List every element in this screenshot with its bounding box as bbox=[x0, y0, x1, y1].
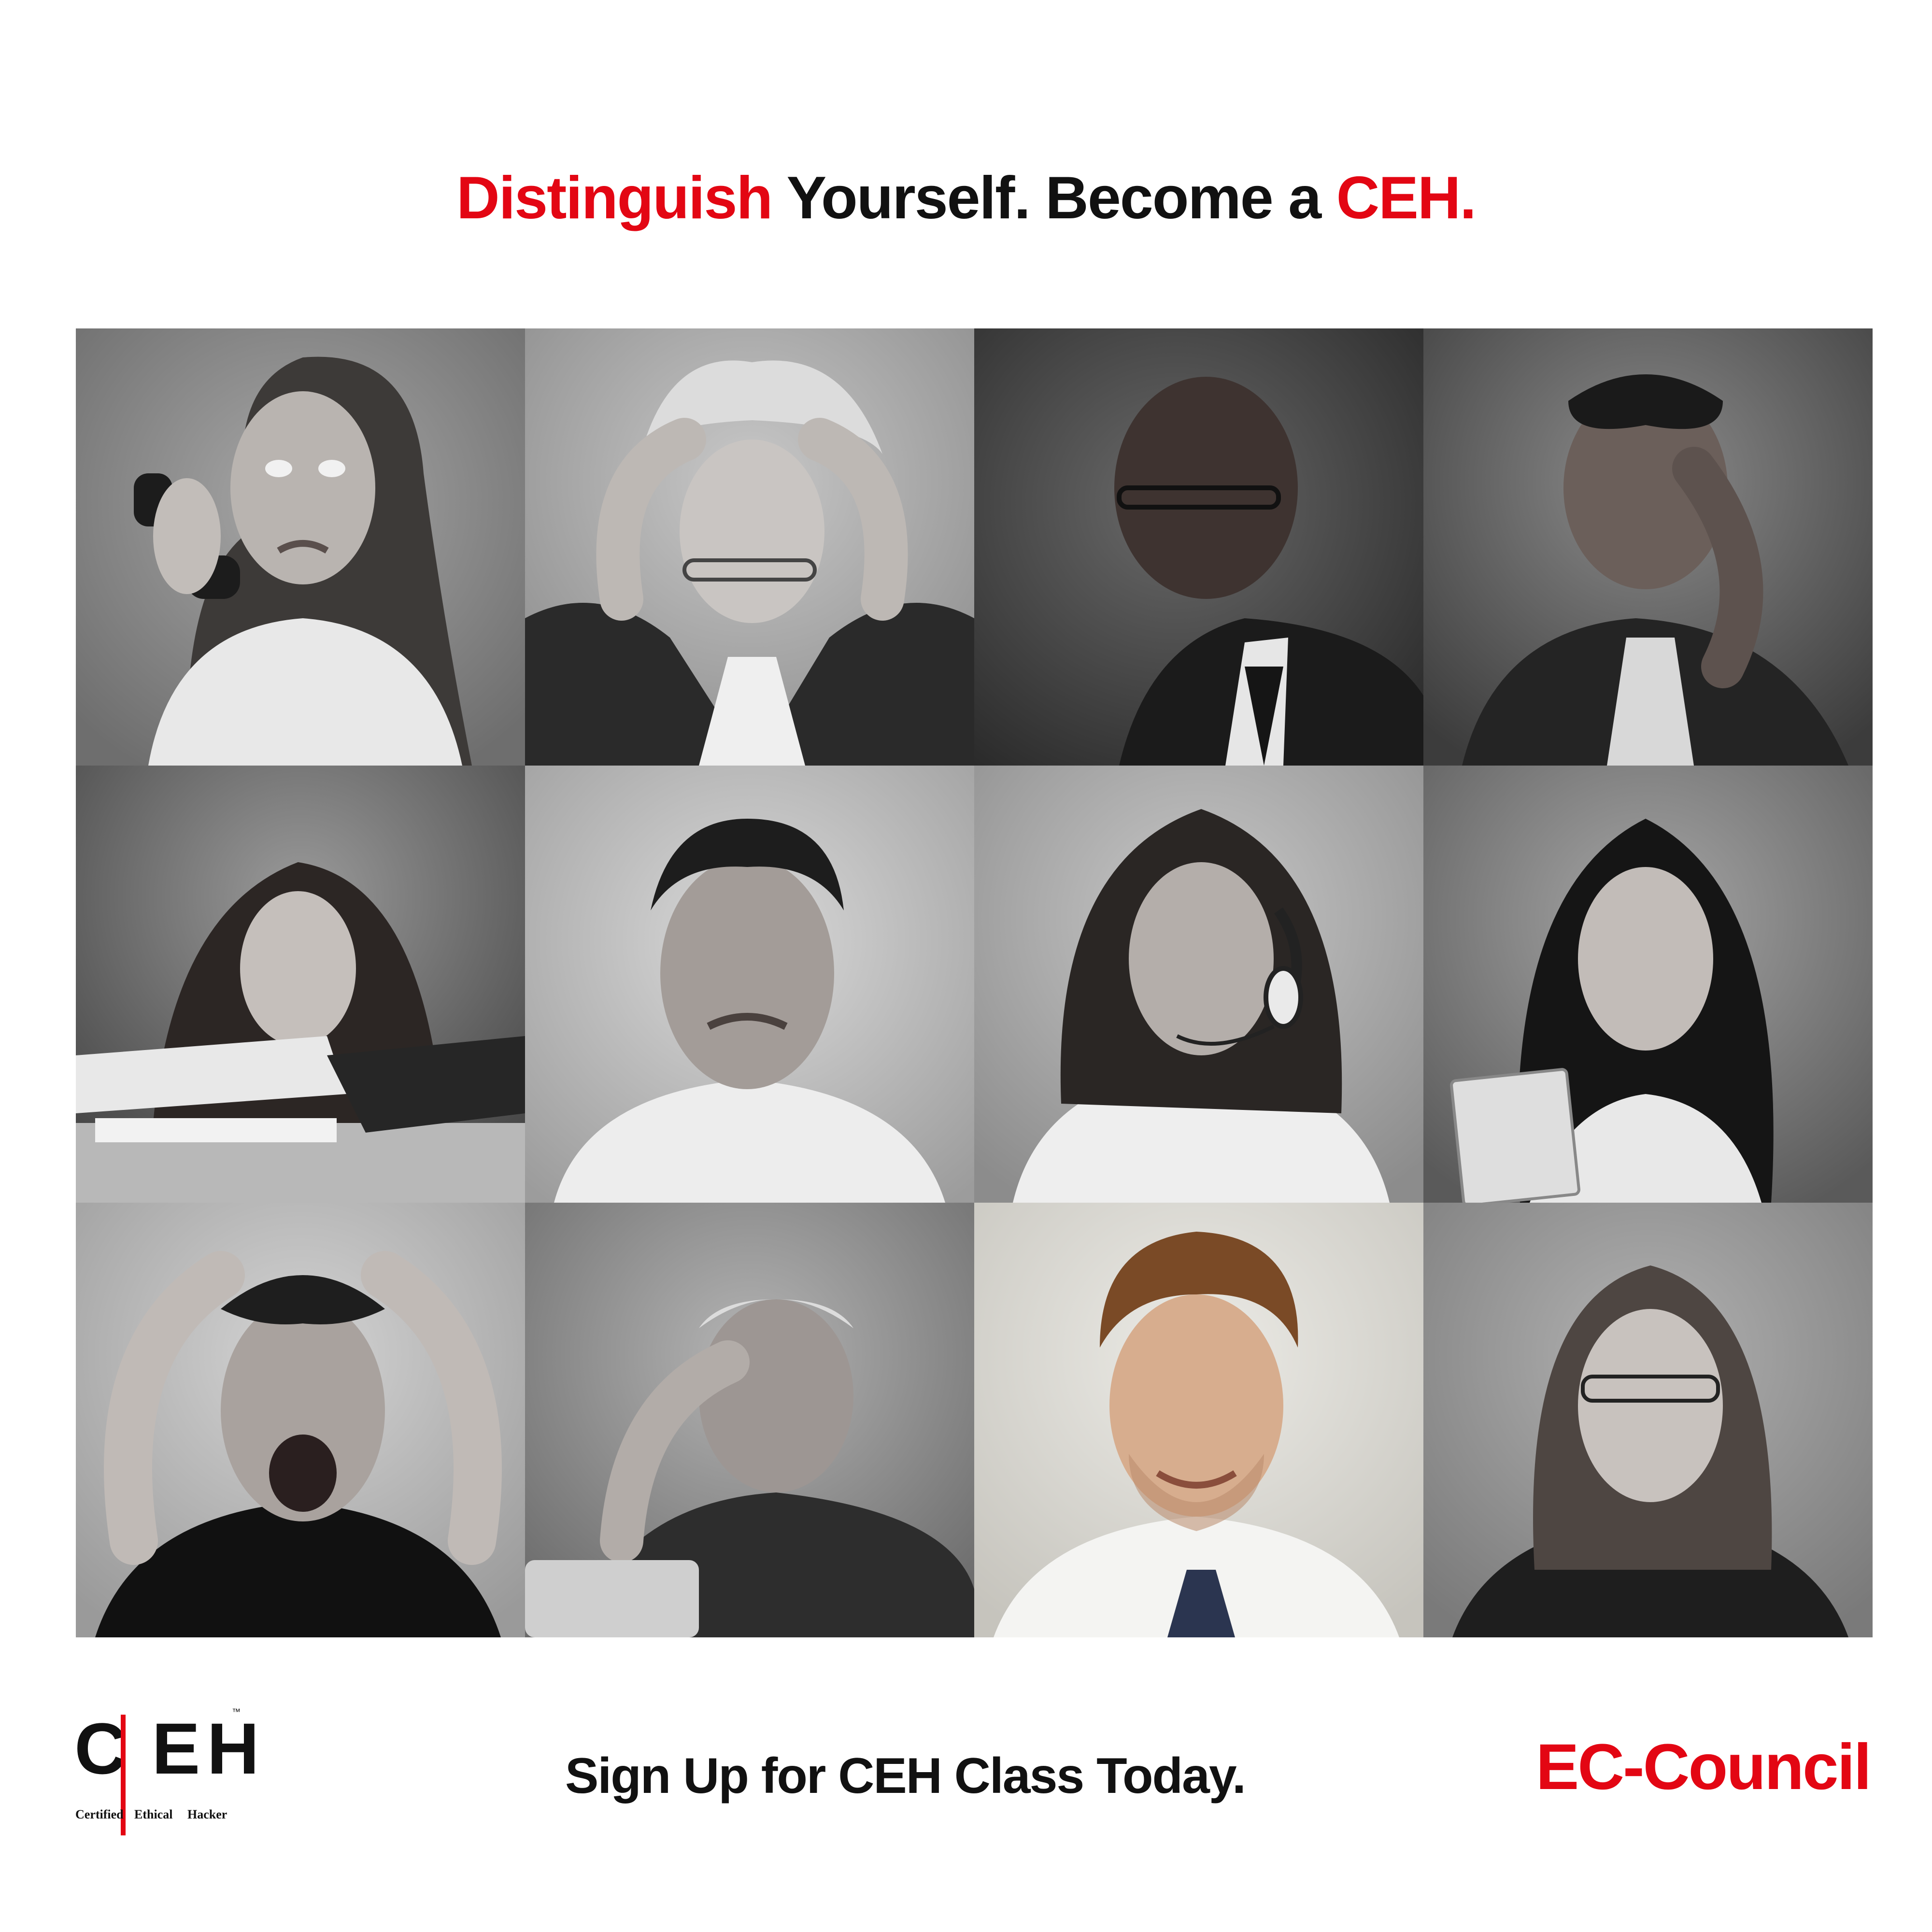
photo-man-glasses-looking-down bbox=[974, 328, 1423, 766]
photo-man-grimacing bbox=[525, 766, 974, 1203]
logo-hacker: Hacker bbox=[187, 1807, 227, 1821]
photo-woman-headset-pouting bbox=[974, 766, 1423, 1203]
photo-man-hand-on-forehead bbox=[1423, 328, 1873, 766]
logo-trademark: ™ bbox=[232, 1707, 241, 1717]
photo-woman-pulling-hair bbox=[525, 328, 974, 766]
headline-distinguish: Distinguish bbox=[456, 165, 773, 231]
photo-man-screaming-hands-on-head bbox=[76, 1203, 525, 1637]
photo-smiling-man bbox=[974, 1203, 1423, 1637]
logo-letter-e: E bbox=[152, 1707, 200, 1789]
photo-frustrated-woman-telephone bbox=[76, 328, 525, 766]
ceh-logo: C E H ™ Certified Ethical Hacker bbox=[72, 1705, 259, 1835]
logo-ethical: Ethical bbox=[134, 1807, 173, 1821]
logo-letter-h: H bbox=[207, 1707, 259, 1789]
photo-grid bbox=[76, 328, 1873, 1637]
photo-woman-glasses-pouting bbox=[1423, 1203, 1873, 1637]
photo-older-man-stressed-laptop bbox=[525, 1203, 974, 1637]
headline-ceh: CEH. bbox=[1336, 165, 1477, 231]
photo-woman-leaning-on-desk bbox=[76, 766, 525, 1203]
photo-woman-holding-money bbox=[1423, 766, 1873, 1203]
headline-middle: Yourself. Become a bbox=[772, 165, 1336, 231]
headline: Distinguish Yourself. Become a CEH. bbox=[0, 155, 1932, 242]
ec-council-brand: EC-Council bbox=[1535, 1731, 1872, 1803]
signup-cta-text: Sign Up for CEH Class Today. bbox=[565, 1748, 1246, 1804]
logo-letter-c: C bbox=[74, 1707, 127, 1789]
logo-certified: Certified bbox=[75, 1807, 124, 1821]
